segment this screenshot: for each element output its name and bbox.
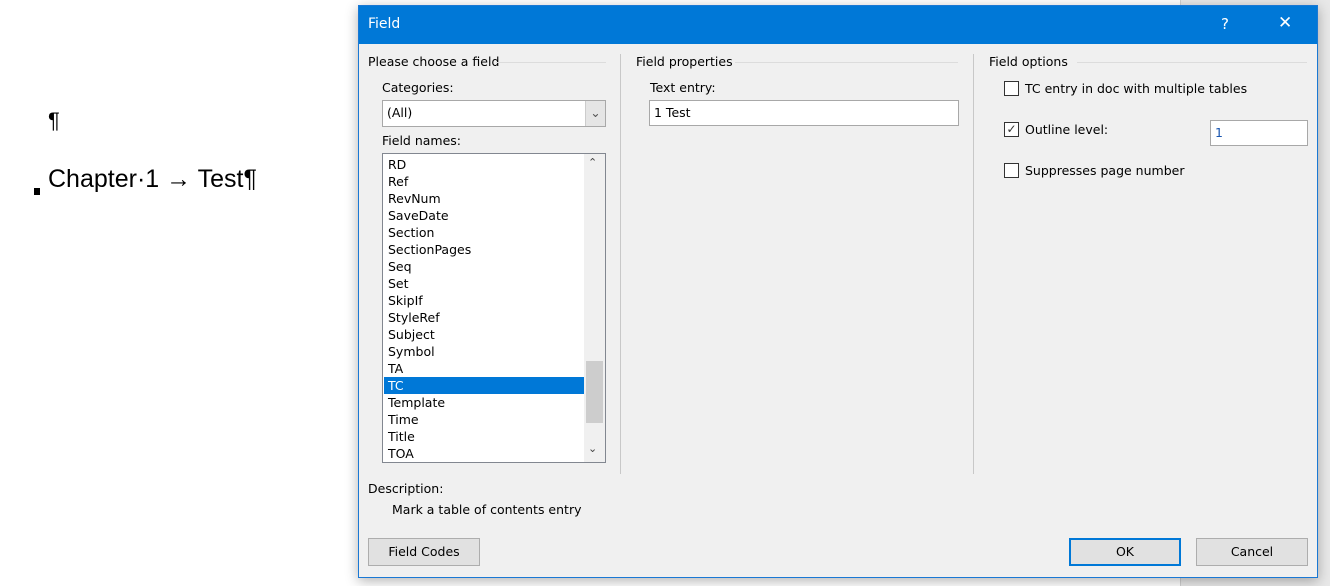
dialog-title: Field	[368, 16, 401, 32]
scrollbar-thumb[interactable]	[586, 361, 603, 423]
categories-value: (All)	[387, 105, 413, 120]
field-name-item[interactable]: Ref	[384, 173, 584, 190]
field-dialog: Field ? ✕ Please choose a field Categori…	[358, 5, 1318, 578]
title-bar[interactable]: Field ? ✕	[359, 6, 1317, 44]
outline-level-input[interactable]: 1	[1210, 120, 1308, 146]
empty-paragraph-mark: ¶	[48, 108, 60, 133]
field-names-list[interactable]: RD Ref RevNum SaveDate Section SectionPages Se…	[382, 153, 606, 463]
field-name-item[interactable]: SkipIf	[384, 292, 584, 309]
field-name-item[interactable]: RevNum	[384, 190, 584, 207]
scroll-up-icon[interactable]: ⌃	[588, 156, 597, 169]
field-name-item[interactable]: RD	[384, 156, 584, 173]
field-name-item[interactable]: TA	[384, 360, 584, 377]
categories-label: Categories:	[382, 80, 454, 95]
field-name-item[interactable]: Section	[384, 224, 584, 241]
ok-button[interactable]: OK	[1069, 538, 1181, 566]
document-heading[interactable]: Chapter·1 → Test¶	[48, 165, 257, 194]
field-name-item[interactable]: Template	[384, 394, 584, 411]
field-name-item[interactable]: Title	[384, 428, 584, 445]
chevron-down-icon[interactable]: ⌄	[585, 101, 605, 126]
field-name-item[interactable]: Set	[384, 275, 584, 292]
outline-level-checkbox[interactable]: ✓	[1004, 122, 1019, 137]
field-name-item[interactable]: Subject	[384, 326, 584, 343]
choose-field-heading: Please choose a field	[368, 54, 500, 69]
tc-multiple-checkbox[interactable]	[1004, 81, 1019, 96]
text-entry-input[interactable]: 1 Test	[649, 100, 959, 126]
paragraph-bullet	[34, 188, 40, 195]
suppress-page-number-label[interactable]: Suppresses page number	[1025, 163, 1184, 178]
field-name-item[interactable]: TOA	[384, 445, 584, 462]
field-name-item[interactable]: StyleRef	[384, 309, 584, 326]
scroll-down-icon[interactable]: ⌄	[588, 442, 597, 455]
field-properties-heading: Field properties	[636, 54, 733, 69]
help-button[interactable]: ?	[1221, 15, 1229, 33]
description-label: Description:	[368, 481, 444, 496]
field-name-item[interactable]: Symbol	[384, 343, 584, 360]
field-name-item[interactable]: Seq	[384, 258, 584, 275]
field-names-label: Field names:	[382, 133, 461, 148]
text-entry-label: Text entry:	[650, 80, 716, 95]
field-name-item[interactable]: SaveDate	[384, 207, 584, 224]
categories-dropdown[interactable]: (All) ⌄	[382, 100, 606, 127]
list-scrollbar[interactable]: ⌃ ⌄	[584, 154, 605, 462]
field-name-item[interactable]: SectionPages	[384, 241, 584, 258]
field-name-item[interactable]: Time	[384, 411, 584, 428]
field-options-heading: Field options	[989, 54, 1068, 69]
close-button[interactable]: ✕	[1278, 13, 1292, 33]
description-text: Mark a table of contents entry	[392, 502, 582, 517]
suppress-page-number-checkbox[interactable]	[1004, 163, 1019, 178]
tc-multiple-label[interactable]: TC entry in doc with multiple tables	[1025, 81, 1247, 96]
outline-level-label[interactable]: Outline level:	[1025, 122, 1108, 137]
cancel-button[interactable]: Cancel	[1196, 538, 1308, 566]
field-name-item[interactable]: TC	[384, 377, 584, 394]
field-codes-button[interactable]: Field Codes	[368, 538, 480, 566]
